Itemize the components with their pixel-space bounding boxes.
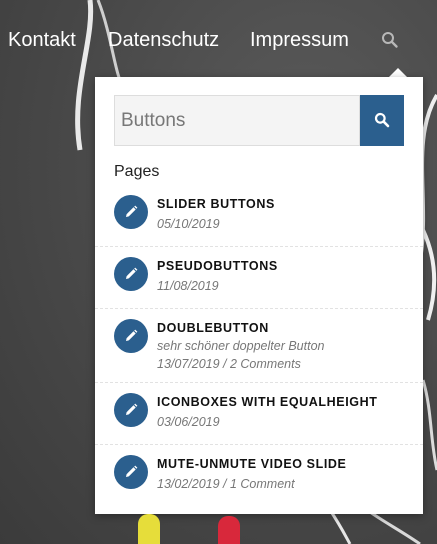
result-item[interactable]: ICONBOXES WITH EQUALHEIGHT 03/06/2019	[95, 383, 423, 445]
result-title: DOUBLEBUTTON	[157, 321, 269, 335]
top-navigation: Kontakt Datenschutz Impressum	[0, 26, 437, 56]
result-date: 03/06/2019	[157, 415, 220, 429]
background-accent-yellow	[138, 514, 160, 544]
result-title: MUTE-UNMUTE VIDEO SLIDE	[157, 457, 347, 471]
nav-link-datenschutz[interactable]: Datenschutz	[108, 26, 219, 54]
nav-link-impressum[interactable]: Impressum	[250, 26, 349, 54]
result-date: 05/10/2019	[157, 217, 220, 231]
result-date: 11/08/2019	[157, 279, 219, 293]
result-date: 13/07/2019 / 2 Comments	[157, 357, 301, 371]
nav-link-kontakt[interactable]: Kontakt	[8, 26, 76, 54]
pencil-icon	[114, 319, 148, 353]
search-icon[interactable]	[381, 31, 399, 49]
pencil-icon	[114, 455, 148, 489]
result-item[interactable]: SLIDER BUTTONS 05/10/2019	[95, 185, 423, 247]
search-icon	[374, 112, 390, 128]
search-input[interactable]	[114, 95, 360, 146]
search-form	[114, 95, 404, 146]
pencil-icon	[114, 257, 148, 291]
result-title: SLIDER BUTTONS	[157, 197, 275, 211]
result-excerpt: sehr schöner doppelter Button	[157, 339, 325, 353]
pencil-icon	[114, 195, 148, 229]
result-item[interactable]: MUTE-UNMUTE VIDEO SLIDE 13/02/2019 / 1 C…	[95, 445, 423, 507]
results-list: SLIDER BUTTONS 05/10/2019 PSEUDOBUTTONS …	[95, 185, 423, 507]
search-submit-button[interactable]	[360, 95, 404, 146]
result-title: PSEUDOBUTTONS	[157, 259, 278, 273]
results-section-label: Pages	[114, 163, 160, 180]
result-item[interactable]: PSEUDOBUTTONS 11/08/2019	[95, 247, 423, 309]
pencil-icon	[114, 393, 148, 427]
result-date: 13/02/2019 / 1 Comment	[157, 477, 295, 491]
search-dropdown: Pages SLIDER BUTTONS 05/10/2019 PSEUDOBU…	[95, 77, 423, 514]
result-title: ICONBOXES WITH EQUALHEIGHT	[157, 395, 378, 409]
result-item[interactable]: DOUBLEBUTTON sehr schöner doppelter Butt…	[95, 309, 423, 383]
background-accent-red	[218, 516, 240, 544]
